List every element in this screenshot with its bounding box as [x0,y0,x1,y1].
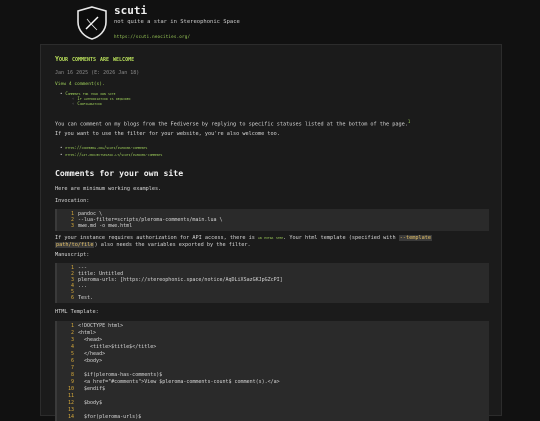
repo-links: • https://codeberg.org/scuti/pleroma-comm… [60,145,162,159]
code-line: <html> [78,330,97,336]
inline-code: path/to/file [55,242,95,248]
post-title: Your comments are welcome [55,55,135,63]
repo-link-projectsegfault[interactable]: • https://git.projectsegfau.lt/scuti/pler… [60,152,162,157]
repo-link-codeberg[interactable]: • https://codeberg.org/scuti/pleroma-comm… [60,145,162,150]
site-subtitle: not quite a star in Stereophonic Space [114,19,240,25]
code-line: $endif$ [78,386,106,392]
post-date: Jan 16 2025 (E: 2026 Jan 18) [55,70,140,76]
auth-paragraph-cont: path/to/file) also needs the variables e… [55,242,251,248]
auth-paragraph: If your instance requires authorization … [55,235,432,241]
site-url-link[interactable]: https://scuti.neocities.org/ [114,34,190,39]
code-line: <!DOCTYPE html> [78,323,124,329]
post-panel: Your comments are welcome Jan 16 2025 (E… [40,44,502,421]
code-line: <a href="#comments">View $pleroma-commen… [78,379,280,385]
manuscript-label: Manuscript: [55,252,90,258]
extra-step-link[interactable]: an extra step [258,236,283,241]
code-line: $body$ [78,400,103,406]
site-header: scuti not quite a star in Stereophonic S… [76,3,376,43]
toc-item-configuration[interactable]: ◦ Configuration [72,101,102,106]
view-comments-link[interactable]: View 4 comment(s). [55,82,105,87]
filter-paragraph: If you want to use the filter for your w… [55,131,280,137]
code-line: </head> [78,351,106,357]
intro-paragraph: You can comment on my blogs from the Fed… [55,119,411,128]
code-line: pleroma-urls: [https://stereophonic.spac… [78,277,283,283]
examples-note: Here are minimum working examples. [55,186,162,192]
code-line: <head> [78,337,103,343]
code-line: $for(pleroma-urls)$ [78,414,142,420]
html-template-label: HTML Template: [55,309,99,315]
invocation-label: Invocation: [55,198,90,204]
site-title[interactable]: scuti [114,4,147,17]
code-line: <title>$title$</title> [78,344,157,350]
code-line: <body> [78,358,103,364]
code-line: $if(pleroma-has-comments)$ [78,372,163,378]
section-heading: Comments for your own site [55,168,184,178]
code-line: ... [78,283,88,289]
code-line: mwe.md -o mwe.html [78,223,133,229]
code-line: Test. [78,295,94,301]
invocation-code-block: 1 pandoc \ 2 --lua-filter=scripts/pleroma-… [55,209,489,231]
shield-logo-icon[interactable] [76,6,108,40]
inline-code: --template [398,235,432,241]
html-template-code-block: 1 <!DOCTYPE html> 2 <html> 3 <head> 4 <tit… [55,321,489,421]
footnote-link[interactable]: 1 [408,119,410,124]
manuscript-code-block: 1 --- 2 title: Untitled 3 pleroma-urls: [ht… [55,263,489,303]
